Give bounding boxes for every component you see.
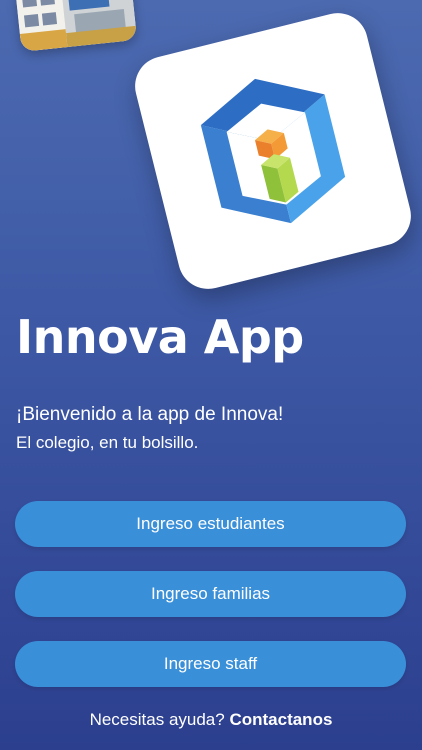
students-login-label: Ingreso estudiantes: [136, 514, 285, 533]
school-building-photo-icon: [14, 0, 138, 52]
staff-login-label: Ingreso staff: [163, 654, 258, 673]
tagline: El colegio, en tu bolsillo.: [16, 433, 199, 452]
innova-cube-logo-icon: [200, 78, 346, 224]
school-photo: [14, 0, 138, 52]
help-footer: Necesitas ayuda? Contactanos: [0, 710, 422, 730]
app-title: Innova App: [16, 310, 304, 364]
families-login-label: Ingreso familias: [150, 584, 271, 603]
contact-link[interactable]: Contactanos: [229, 710, 332, 729]
students-login-button[interactable]: Ingreso estudiantes: [15, 501, 406, 547]
help-prompt: Necesitas ayuda?: [89, 710, 225, 729]
families-login-button[interactable]: Ingreso familias: [15, 571, 406, 617]
staff-login-button[interactable]: Ingreso staff: [15, 641, 406, 687]
welcome-message: ¡Bienvenido a la app de Innova!: [16, 404, 284, 425]
app-logo-card: [128, 6, 418, 296]
